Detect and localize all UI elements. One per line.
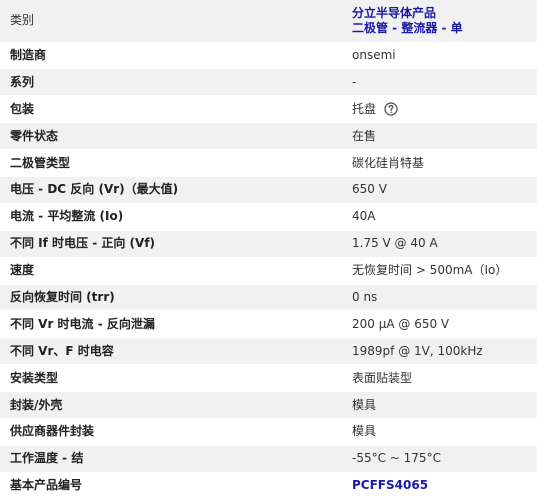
attribute-row-series: 系列 - bbox=[0, 68, 537, 97]
attribute-value: 1.75 V @ 40 A bbox=[334, 230, 537, 258]
attribute-row-capacitance: 不同 Vr、F 时电容 1989pf @ 1V, 100kHz bbox=[0, 337, 537, 366]
attribute-row-manufacturer: 制造商 onsemi bbox=[0, 42, 537, 70]
attribute-row-speed: 速度 无恢复时间 > 500mA（Io） bbox=[0, 257, 537, 285]
attribute-row-forward-voltage: 不同 If 时电压 - 正向 (Vf) 1.75 V @ 40 A bbox=[0, 230, 537, 258]
attribute-value: - bbox=[334, 68, 537, 97]
attribute-value: 碳化硅肖特基 bbox=[334, 149, 537, 177]
attribute-value: 无恢复时间 > 500mA（Io） bbox=[334, 257, 537, 285]
attribute-value: 分立半导体产品 二极管 - 整流器 - 单 bbox=[334, 0, 537, 43]
attribute-name: 供应商器件封装 bbox=[0, 418, 334, 446]
attribute-name: 工作温度 - 结 bbox=[0, 445, 334, 473]
attribute-value: onsemi bbox=[334, 42, 537, 70]
attribute-name: 基本产品编号 bbox=[0, 472, 334, 500]
question-circle-icon[interactable] bbox=[384, 102, 398, 116]
attribute-row-supplier-device-package: 供应商器件封装 模具 bbox=[0, 418, 537, 446]
attribute-name: 电流 - 平均整流 (Io) bbox=[0, 203, 334, 231]
category-link-discrete-semiconductors[interactable]: 分立半导体产品 bbox=[352, 6, 436, 20]
attribute-name: 电压 - DC 反向 (Vr)（最大值) bbox=[0, 176, 334, 204]
attribute-row-packaging: 包装 托盘 bbox=[0, 95, 537, 124]
attribute-value: PCFFS4065 bbox=[334, 472, 537, 500]
attribute-value: 模具 bbox=[334, 418, 537, 446]
attribute-name: 系列 bbox=[0, 68, 334, 97]
attribute-name: 二极管类型 bbox=[0, 149, 334, 177]
attribute-row-package-case: 封装/外壳 模具 bbox=[0, 391, 537, 419]
packaging-value: 托盘 bbox=[352, 101, 377, 116]
attribute-value: 在售 bbox=[334, 122, 537, 151]
attribute-name: 制造商 bbox=[0, 42, 334, 70]
attribute-name: 包装 bbox=[0, 95, 334, 124]
product-attributes-table: 类别 分立半导体产品 二极管 - 整流器 - 单 制造商 onsemi 系列 -… bbox=[0, 0, 537, 500]
attribute-value: 650 V bbox=[334, 176, 537, 204]
attribute-value: -55°C ~ 175°C bbox=[334, 445, 537, 473]
attribute-value: 0 ns bbox=[334, 284, 537, 312]
attribute-name: 速度 bbox=[0, 257, 334, 285]
attribute-row-reverse-leakage: 不同 Vr 时电流 - 反向泄漏 200 µA @ 650 V bbox=[0, 310, 537, 339]
attribute-row-mounting-type: 安装类型 表面贴装型 bbox=[0, 364, 537, 393]
base-product-number-link[interactable]: PCFFS4065 bbox=[352, 478, 428, 492]
attribute-row-average-rectified-current: 电流 - 平均整流 (Io) 40A bbox=[0, 203, 537, 231]
attribute-row-category: 类别 分立半导体产品 二极管 - 整流器 - 单 bbox=[0, 0, 537, 43]
attribute-row-reverse-voltage: 电压 - DC 反向 (Vr)（最大值) 650 V bbox=[0, 176, 537, 204]
attribute-row-reverse-recovery-time: 反向恢复时间 (trr) 0 ns bbox=[0, 284, 537, 312]
attribute-name: 封装/外壳 bbox=[0, 391, 334, 419]
attribute-name: 不同 Vr、F 时电容 bbox=[0, 337, 334, 366]
attribute-value: 40A bbox=[334, 203, 537, 231]
attribute-name: 安装类型 bbox=[0, 364, 334, 393]
attribute-row-operating-temperature: 工作温度 - 结 -55°C ~ 175°C bbox=[0, 445, 537, 473]
attribute-row-diode-type: 二极管类型 碳化硅肖特基 bbox=[0, 149, 537, 177]
category-link-diodes-rectifiers-single[interactable]: 二极管 - 整流器 - 单 bbox=[352, 21, 463, 35]
attribute-value: 模具 bbox=[334, 391, 537, 419]
attribute-row-base-product-number: 基本产品编号 PCFFS4065 bbox=[0, 472, 537, 500]
attribute-value: 表面贴装型 bbox=[334, 364, 537, 393]
attribute-value: 1989pf @ 1V, 100kHz bbox=[334, 337, 537, 366]
attribute-name: 不同 Vr 时电流 - 反向泄漏 bbox=[0, 310, 334, 339]
attribute-row-part-status: 零件状态 在售 bbox=[0, 122, 537, 151]
attribute-name: 零件状态 bbox=[0, 122, 334, 151]
attribute-value: 托盘 bbox=[334, 95, 537, 124]
attribute-name: 不同 If 时电压 - 正向 (Vf) bbox=[0, 230, 334, 258]
attribute-name: 反向恢复时间 (trr) bbox=[0, 284, 334, 312]
attribute-name: 类别 bbox=[0, 0, 334, 43]
attribute-value: 200 µA @ 650 V bbox=[334, 310, 537, 339]
